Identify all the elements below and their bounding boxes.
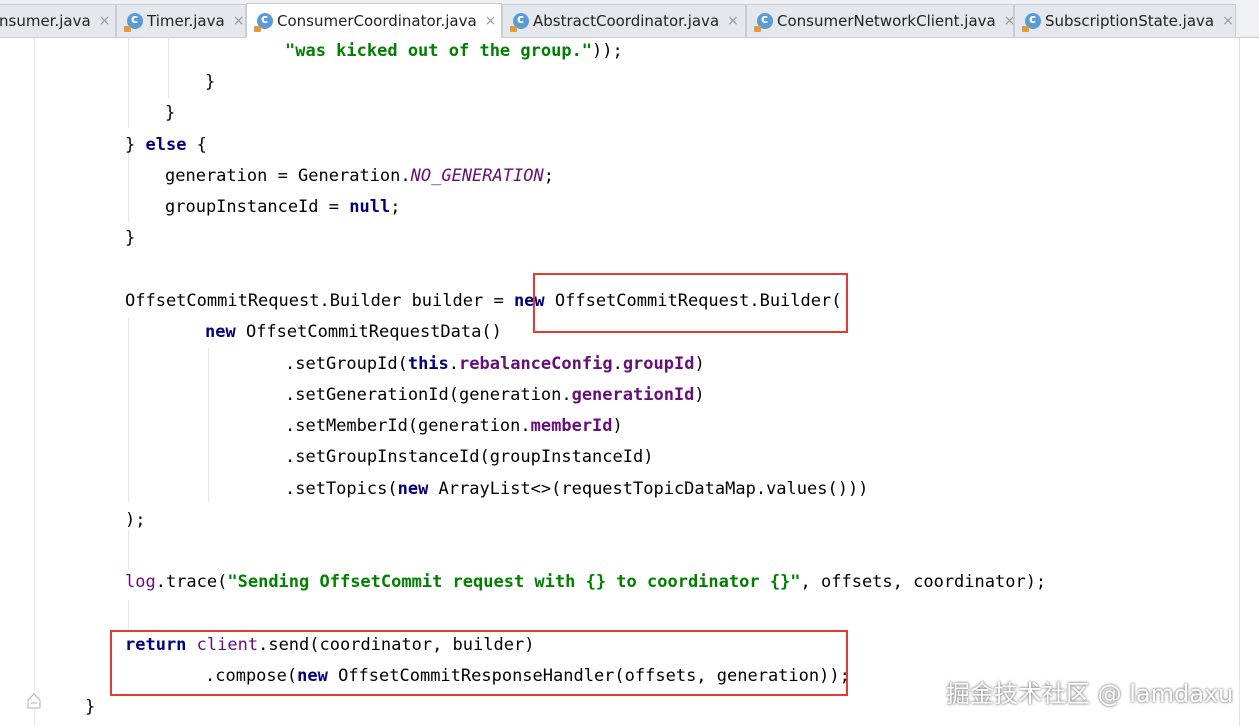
indent-guide [168,38,169,98]
keyword: else [145,135,187,155]
code-line[interactable]: .setGroupInstanceId(groupInstanceId) [285,446,653,468]
code-token: . [448,354,460,374]
code-token: .setTopics( [285,479,398,499]
code-line[interactable]: ); [125,509,145,531]
java-class-icon [1022,12,1041,32]
tab-consumer-network-client[interactable]: ConsumerNetworkClient.java × [746,4,1014,37]
close-icon[interactable]: × [485,13,497,29]
tab-label: nsumer.java [0,12,91,30]
field-reference: log [125,572,156,592]
code-token: . [612,354,623,374]
tab-subscription-state[interactable]: SubscriptionState.java × [1014,4,1236,37]
code-token: OffsetCommitRequestData() [235,322,502,342]
code-token: } [165,103,176,123]
string-literal: "Sending OffsetCommit request with {} to… [227,572,801,592]
code-line[interactable]: } [85,696,95,718]
close-icon[interactable]: × [1004,13,1013,29]
keyword: new [397,479,429,499]
code-line[interactable]: } [165,102,175,124]
code-token: } [85,697,96,717]
code-token: .setMemberId(generation. [285,416,531,436]
tab-abstract-coordinator[interactable]: AbstractCoordinator.java × [502,4,746,37]
close-icon[interactable]: × [99,13,111,29]
java-class-icon [124,12,143,32]
tab-timer[interactable]: Timer.java × [116,4,246,37]
code-token: .setGroupId( [285,354,408,374]
tab-label: Timer.java [147,12,225,30]
code-line[interactable]: log.trace("Sending OffsetCommit request … [125,571,1046,593]
code-token: } [125,135,146,155]
indent-guide [128,150,129,222]
code-token: { [186,135,207,155]
code-token: } [205,72,216,92]
java-class-icon [254,12,273,32]
gutter-divider [34,38,35,726]
code-token: .setGroupInstanceId(groupInstanceId) [285,447,654,467]
code-line[interactable]: .setGroupId(this.rebalanceConfig.groupId… [285,353,705,375]
field-reference: groupId [622,354,695,374]
code-token: generation = Generation. [165,166,411,186]
field-reference: rebalanceConfig [459,354,613,374]
code-line[interactable]: groupInstanceId = null; [165,196,400,218]
java-class-icon [510,12,529,32]
indent-guide [128,318,129,502]
code-token: ) [612,416,623,436]
close-icon[interactable]: × [1222,13,1234,29]
code-line[interactable]: } [205,71,215,93]
editor-tab-bar: nsumer.java × Timer.java × ConsumerCoord… [0,0,1259,38]
code-token: groupInstanceId = [165,197,350,217]
code-token: .setGenerationId(generation. [285,385,572,405]
code-token: , offsets, coordinator); [800,572,1047,592]
close-icon[interactable]: × [233,13,245,29]
tab-label: AbstractCoordinator.java [533,12,720,30]
indent-guide [128,530,129,570]
field-reference: memberId [530,416,613,436]
code-token: .trace( [155,572,228,592]
highlight-box [533,273,848,333]
code-token: ); [125,510,146,530]
close-icon[interactable]: × [727,13,739,29]
code-line[interactable]: .setGenerationId(generation.generationId… [285,384,705,406]
tab-consumer[interactable]: nsumer.java × [0,4,116,37]
code-line[interactable]: generation = Generation.NO_GENERATION; [165,165,554,187]
keyword: this [407,354,449,374]
code-token: ; [543,166,554,186]
code-line[interactable]: } else { [125,134,207,156]
code-line[interactable]: .setMemberId(generation.memberId) [285,415,623,437]
fold-marker-icon[interactable] [26,692,42,710]
tab-consumer-coordinator[interactable]: ConsumerCoordinator.java × [246,3,502,38]
indent-guide [128,38,129,128]
code-token: )); [592,41,623,61]
code-token: ArrayList<>(requestTopicDataMap.values()… [428,479,869,499]
java-class-icon [754,12,773,32]
keyword: null [349,197,391,217]
code-token: ) [694,385,705,405]
indent-guide [128,600,129,630]
indent-guide [208,348,209,502]
code-token: OffsetCommitRequest.Builder builder = [125,291,514,311]
code-line[interactable]: "was kicked out of the group.")); [285,40,623,62]
code-token: ; [390,197,401,217]
keyword: new [205,322,236,342]
code-token: } [125,228,136,248]
code-line[interactable]: .setTopics(new ArrayList<>(requestTopicD… [285,478,868,500]
tab-label: ConsumerCoordinator.java [277,12,477,30]
static-constant: NO_GENERATION [410,166,544,186]
code-line[interactable]: new OffsetCommitRequestData() [205,321,502,343]
string-literal: "was kicked out of the group." [285,41,593,61]
code-token: ) [694,354,705,374]
tab-label: ConsumerNetworkClient.java [777,12,996,30]
field-reference: generationId [571,385,695,405]
watermark: 掘金技术社区 @ lamdaxu [946,680,1234,708]
tab-label: SubscriptionState.java [1045,12,1215,30]
highlight-box [110,630,848,696]
code-line[interactable]: } [125,227,135,249]
right-margin-line [1239,38,1240,726]
